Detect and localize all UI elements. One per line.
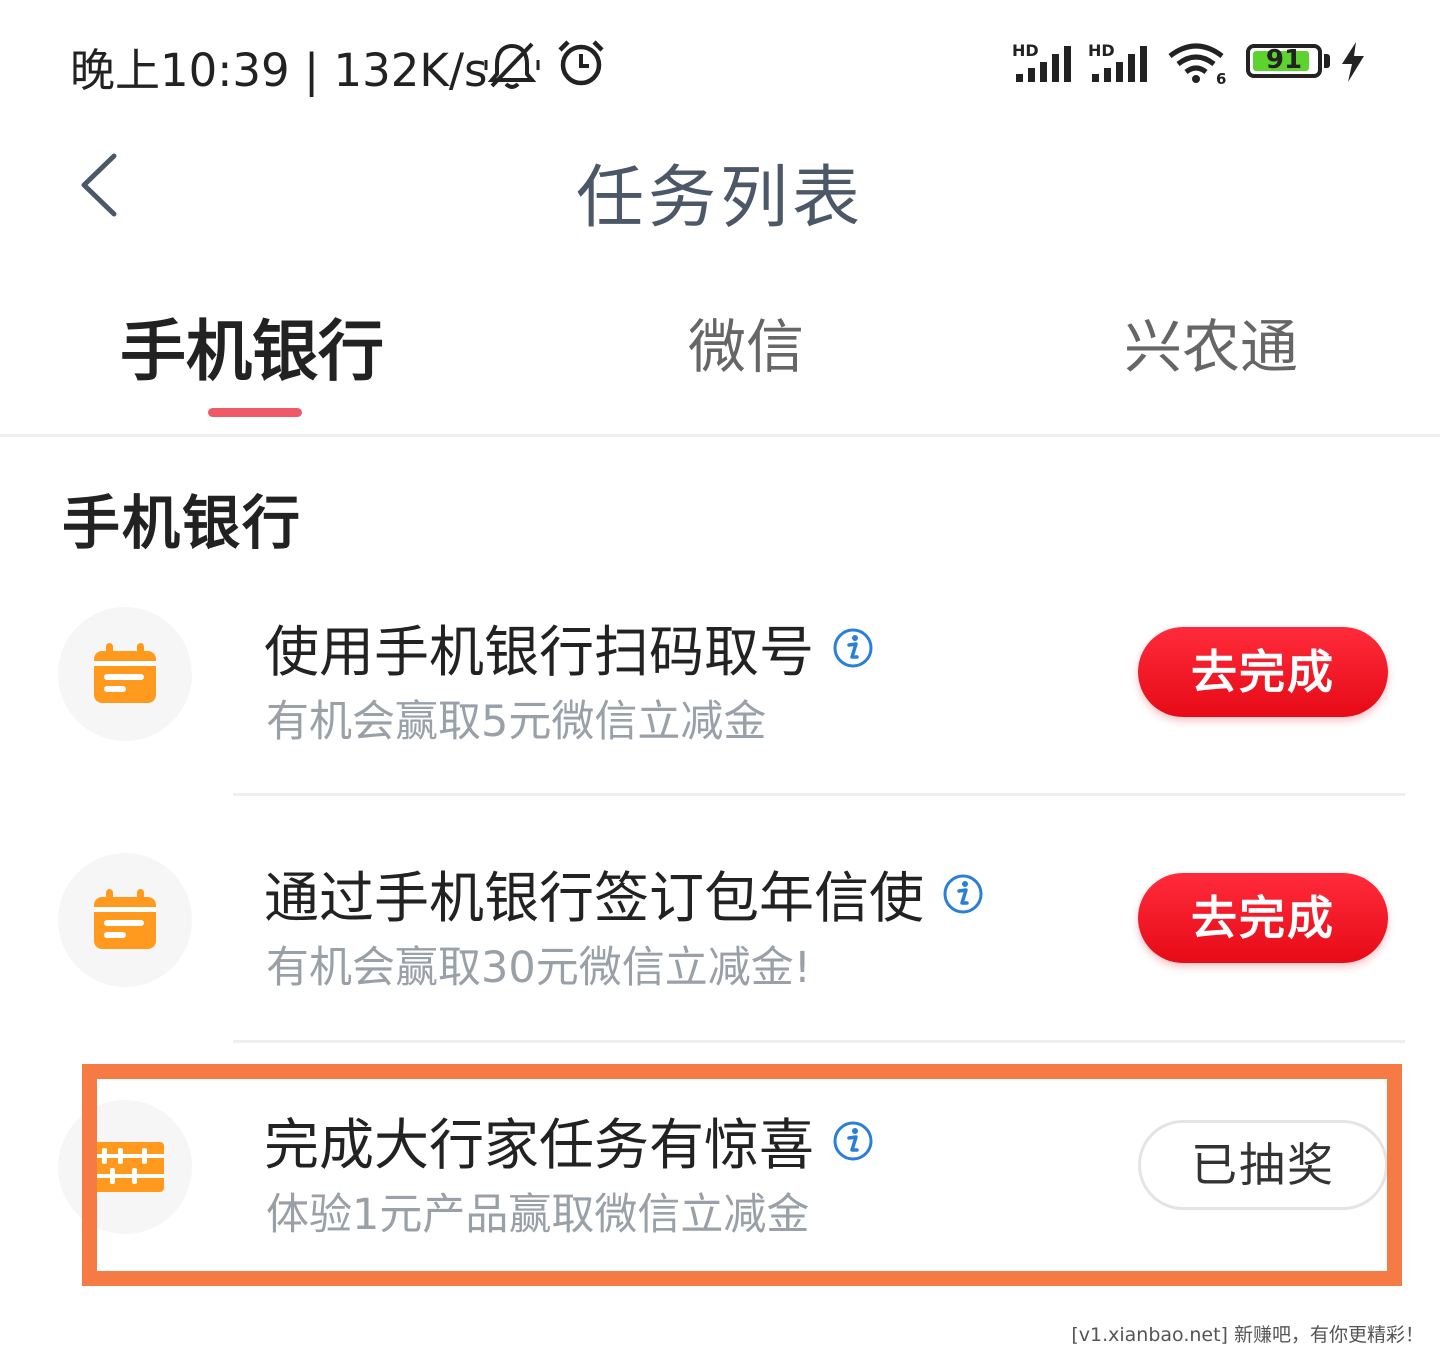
- status-bar: 晚上10:39 | 132K/s HD HD 6 91: [0, 0, 1440, 125]
- status-time-speed: 晚上10:39 | 132K/s: [70, 44, 488, 97]
- hd-signal-icon: HD: [1012, 40, 1078, 88]
- wifi-icon: 6: [1166, 40, 1230, 90]
- go-complete-button[interactable]: 去完成: [1138, 873, 1388, 963]
- info-icon[interactable]: [942, 864, 984, 928]
- watermark: [v1.xianbao.net] 新赚吧，有你更精彩！: [1071, 1324, 1424, 1346]
- task-divider: [233, 1040, 1405, 1043]
- task-icon-circle: [58, 853, 192, 987]
- page-title: 任务列表: [575, 159, 864, 238]
- task-icon-circle: [58, 607, 192, 741]
- charging-icon: [1340, 42, 1366, 86]
- go-complete-button[interactable]: 去完成: [1138, 627, 1388, 717]
- task-title: 使用手机银行扫码取号: [264, 607, 874, 688]
- highlight-box: [82, 1064, 1402, 1286]
- battery-level: 91: [1265, 45, 1303, 75]
- task-item: 通过手机银行签订包年信使 有机会赢取30元微信立减金! 去完成: [0, 853, 1440, 1053]
- alarm-icon: [556, 38, 606, 92]
- tab-active-indicator: [208, 408, 302, 417]
- mute-icon: [484, 40, 540, 94]
- task-title-text: 通过手机银行签订包年信使: [264, 866, 925, 930]
- task-subtitle: 有机会赢取30元微信立减金!: [266, 943, 811, 993]
- svg-text:HD: HD: [1088, 41, 1115, 60]
- tab-mobile-banking[interactable]: 手机银行: [120, 298, 384, 394]
- tab-xingnongtong[interactable]: 兴农通: [1124, 300, 1298, 384]
- section-title: 手机银行: [62, 489, 303, 557]
- task-title-text: 使用手机银行扫码取号: [264, 620, 815, 684]
- battery-icon: 91: [1246, 44, 1322, 78]
- hd-signal-icon: HD: [1088, 40, 1154, 88]
- battery-nub: [1324, 54, 1330, 68]
- task-divider: [233, 793, 1405, 796]
- calendar-icon: [94, 889, 156, 949]
- info-icon[interactable]: [832, 618, 874, 682]
- task-subtitle: 有机会赢取5元微信立减金: [266, 697, 767, 747]
- svg-text:6: 6: [1216, 70, 1226, 86]
- calendar-icon: [94, 643, 156, 703]
- tab-wechat[interactable]: 微信: [688, 300, 804, 384]
- task-title: 通过手机银行签订包年信使: [264, 853, 984, 934]
- tab-divider: [0, 434, 1440, 437]
- svg-text:HD: HD: [1012, 41, 1039, 60]
- task-item: 使用手机银行扫码取号 有机会赢取5元微信立减金 去完成: [0, 607, 1440, 807]
